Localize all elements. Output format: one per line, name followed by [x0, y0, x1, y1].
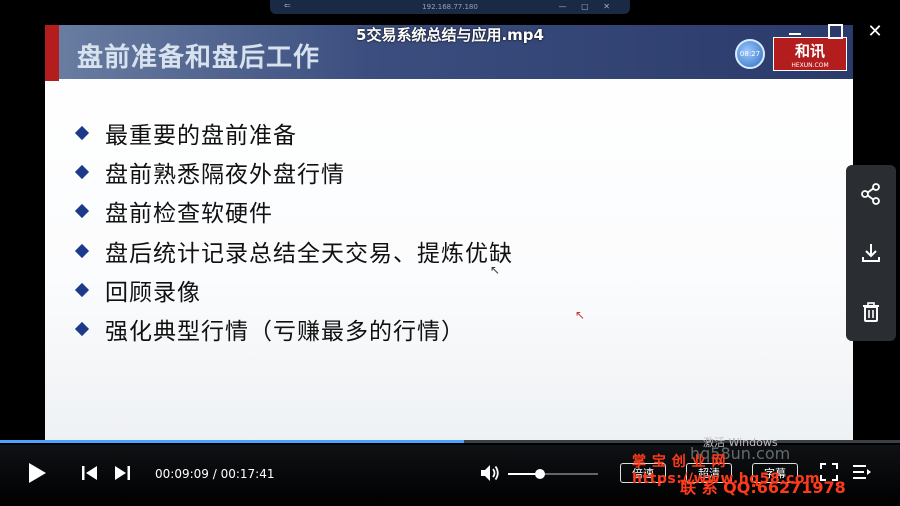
download-button[interactable]	[859, 241, 883, 265]
clock-text: 08:27	[739, 50, 761, 58]
maximize-icon	[827, 23, 843, 39]
diamond-bullet-icon	[74, 164, 90, 180]
maximize-button[interactable]	[824, 20, 846, 42]
bullet-list: 最重要的盘前准备 盘前熟悉隔夜外盘行情 盘前检查软硬件 盘后统计记录总结全天交易…	[74, 113, 513, 349]
logo-subtext: HEXUN.COM	[791, 61, 829, 69]
back-arrow-icon[interactable]: ⇐	[284, 1, 291, 10]
diamond-bullet-icon	[74, 322, 90, 337]
close-button[interactable]: ✕	[864, 20, 886, 42]
strip-window-icons[interactable]: — ▢ ✕	[559, 2, 616, 11]
next-icon	[115, 466, 130, 480]
share-icon	[861, 183, 880, 206]
overlay-ad-line2: 联 系 QQ:66271978	[680, 478, 846, 497]
diamond-bullet-icon	[74, 125, 90, 140]
bullet-item: 盘前熟悉隔夜外盘行情	[74, 152, 513, 191]
bullet-text: 强化典型行情（亏赚最多的行情）	[105, 319, 465, 346]
play-icon	[29, 463, 46, 483]
share-button[interactable]	[859, 182, 883, 206]
top-address-strip: ⇐ 192.168.77.180 — ▢ ✕	[270, 0, 630, 14]
download-icon	[862, 243, 880, 262]
video-title: 5交易系统总结与应用.mp4	[356, 26, 544, 44]
mouse-cursor-icon: ↖	[490, 263, 501, 277]
delete-button[interactable]	[859, 300, 883, 324]
volume-button[interactable]	[480, 464, 500, 486]
minimize-button[interactable]	[784, 20, 806, 42]
bullet-item: 盘后统计记录总结全天交易、提炼优缺	[74, 231, 513, 270]
diamond-bullet-icon	[74, 243, 90, 258]
volume-knob[interactable]	[534, 469, 545, 479]
bullet-item: 盘前检查软硬件	[74, 192, 513, 231]
bullet-text: 回顾录像	[105, 279, 201, 306]
diamond-bullet-icon	[74, 282, 90, 297]
window-controls: ✕	[784, 20, 886, 42]
previous-button[interactable]	[81, 465, 99, 485]
next-button[interactable]	[113, 465, 131, 485]
play-button[interactable]	[27, 462, 47, 488]
minimize-icon	[789, 33, 801, 35]
volume-icon	[481, 465, 499, 481]
volume-slider[interactable]	[508, 469, 598, 479]
time-display: 00:09:09 / 00:17:41	[155, 467, 275, 481]
bullet-text: 盘前熟悉隔夜外盘行情	[105, 161, 345, 188]
side-action-panel	[846, 165, 896, 341]
bullet-text: 盘前检查软硬件	[105, 201, 273, 228]
address-text: 192.168.77.180	[422, 3, 478, 11]
bullet-text: 盘后统计记录总结全天交易、提炼优缺	[105, 240, 513, 267]
seek-bar-played	[0, 440, 465, 443]
previous-icon	[82, 466, 97, 480]
pen-cursor-icon: ↖	[575, 308, 586, 322]
video-frame-slide[interactable]: 盘前准备和盘后工作 08:27 和讯 HEXUN.COM 最重要的盘前准备 盘前…	[45, 25, 853, 443]
diamond-bullet-icon	[74, 204, 90, 219]
bullet-item: 回顾录像	[74, 270, 513, 309]
bullet-text: 最重要的盘前准备	[105, 122, 297, 149]
trash-icon	[863, 301, 879, 322]
close-icon: ✕	[867, 20, 883, 42]
bullet-item: 强化典型行情（亏赚最多的行情）	[74, 309, 513, 348]
bullet-item: 最重要的盘前准备	[74, 113, 513, 152]
